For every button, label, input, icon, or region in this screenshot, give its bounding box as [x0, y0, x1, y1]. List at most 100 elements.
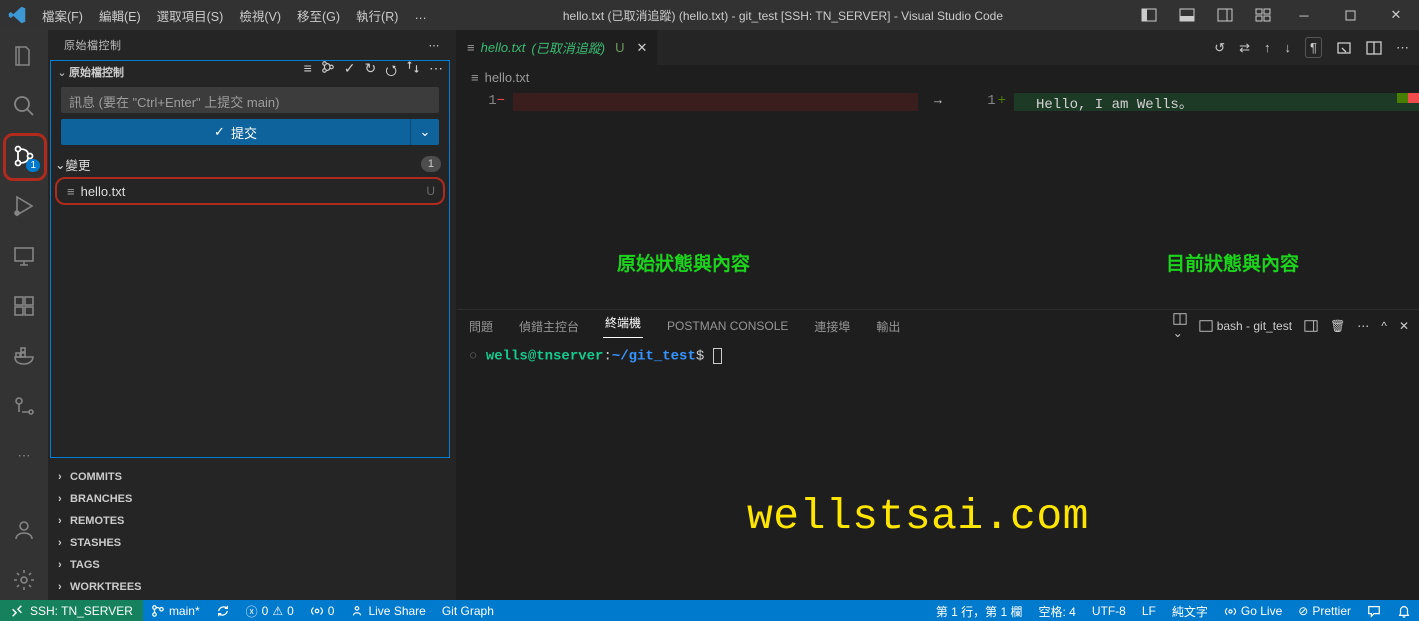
menu-file[interactable]: 檔案(F): [34, 0, 91, 30]
open-file-icon[interactable]: [1336, 40, 1352, 56]
terminal[interactable]: ○ wells@tnserver:~/git_test$ wellstsai.c…: [457, 342, 1419, 598]
layout-controls: [1131, 0, 1281, 30]
scm-header-tools: ≡ ✓ ↻ ⭯ ⋯: [304, 60, 443, 84]
group-remotes[interactable]: ›REMOTES: [48, 510, 456, 532]
panel-tab-debug[interactable]: 偵錯主控台: [517, 318, 581, 335]
commit-graph-icon[interactable]: [321, 60, 335, 84]
new-terminal-icon[interactable]: [1304, 319, 1318, 333]
group-worktrees[interactable]: ›WORKTREES: [48, 576, 456, 598]
status-sync[interactable]: [208, 600, 238, 621]
group-tags[interactable]: ›TAGS: [48, 554, 456, 576]
status-feedback-icon[interactable]: [1359, 600, 1389, 621]
panel-tab-problems[interactable]: 問題: [467, 318, 495, 335]
menu-run[interactable]: 執行(R): [348, 0, 406, 30]
status-branch[interactable]: main*: [143, 600, 208, 621]
close-button[interactable]: ✕: [1373, 0, 1419, 30]
toggle-primary-sidebar-icon[interactable]: [1139, 0, 1159, 30]
status-prettier[interactable]: ⊘ Prettier: [1290, 600, 1359, 621]
menu-view[interactable]: 檢視(V): [231, 0, 289, 30]
docker-icon[interactable]: [0, 336, 48, 376]
editor-toolbar: ↺ ⇄ ↑ ↓ ¶ ⋯: [1214, 30, 1419, 65]
panel-tab-postman[interactable]: POSTMAN CONSOLE: [665, 319, 790, 333]
checkmark-icon[interactable]: ✓: [344, 60, 356, 84]
status-eol[interactable]: LF: [1134, 600, 1164, 621]
panel-tab-ports[interactable]: 連接埠: [812, 318, 852, 335]
status-encoding[interactable]: UTF-8: [1084, 600, 1134, 621]
go-back-icon[interactable]: ↺: [1214, 40, 1225, 56]
menu-go[interactable]: 移至(G): [289, 0, 348, 30]
toggle-secondary-sidebar-icon[interactable]: [1215, 0, 1235, 30]
status-golive[interactable]: Go Live: [1216, 600, 1290, 621]
changed-file-row[interactable]: ≡ hello.txt U: [55, 177, 445, 205]
status-bell-icon[interactable]: [1389, 600, 1419, 621]
group-branches[interactable]: ›BRANCHES: [48, 488, 456, 510]
more-actions-icon[interactable]: ⋯: [429, 60, 443, 84]
kill-terminal-icon[interactable]: 🗑: [1330, 319, 1345, 333]
maximize-button[interactable]: [1327, 0, 1373, 30]
panel-tabs: 問題 偵錯主控台 終端機 POSTMAN CONSOLE 連接埠 輸出 ⌄ ba…: [457, 310, 1419, 342]
status-branch-label: main*: [169, 604, 200, 618]
menu-selection[interactable]: 選取項目(S): [149, 0, 232, 30]
panel-tab-output[interactable]: 輸出: [874, 318, 902, 335]
breadcrumb[interactable]: ≡ hello.txt: [457, 65, 1419, 89]
diff-modified-pane[interactable]: 1+ Hello, I am Wells。 目前狀態與內容: [958, 89, 1419, 309]
sidebar-more-icon[interactable]: ⋯: [429, 39, 441, 52]
status-ports[interactable]: 0: [302, 600, 343, 621]
close-panel-icon[interactable]: ✕: [1399, 319, 1409, 333]
pull-push-icon[interactable]: [406, 60, 420, 84]
status-spaces[interactable]: 空格: 4: [1031, 600, 1084, 621]
gitlens-icon[interactable]: [0, 386, 48, 426]
search-icon[interactable]: [0, 86, 48, 126]
accounts-icon[interactable]: [0, 510, 48, 550]
status-gitgraph[interactable]: Git Graph: [434, 600, 502, 621]
view-as-list-icon[interactable]: ≡: [304, 60, 312, 84]
diff-editor[interactable]: 1− 原始狀態與內容 → 1+ Hello, I am Wells。 目前狀態與…: [457, 89, 1419, 309]
remote-explorer-icon[interactable]: [0, 236, 48, 276]
tab-close-icon[interactable]: ✕: [636, 40, 647, 56]
swap-icon[interactable]: ⇄: [1239, 40, 1250, 56]
changes-header[interactable]: ⌄ 變更 1: [51, 153, 449, 175]
extensions-icon[interactable]: [0, 286, 48, 326]
status-liveshare[interactable]: Live Share: [342, 600, 433, 621]
diff-original-pane[interactable]: 1− 原始狀態與內容: [457, 89, 918, 309]
arrow-up-icon[interactable]: ↑: [1264, 40, 1271, 55]
minimize-button[interactable]: ─: [1281, 0, 1327, 30]
status-language[interactable]: 純文字: [1164, 600, 1216, 621]
group-commits[interactable]: ›COMMITS: [48, 466, 456, 488]
more-views-icon[interactable]: ⋯: [0, 436, 48, 476]
split-editor-icon[interactable]: [1366, 40, 1382, 56]
scm-panel: ⌄ 原始檔控制 ≡ ✓ ↻ ⭯ ⋯ 訊息 (要在 "Ctrl+Enter" 上提…: [50, 60, 450, 458]
title-bar: 檔案(F) 編輯(E) 選取項目(S) 檢視(V) 移至(G) 執行(R) … …: [0, 0, 1419, 30]
editor-more-icon[interactable]: ⋯: [1396, 40, 1409, 56]
customize-layout-icon[interactable]: [1253, 0, 1273, 30]
explorer-icon[interactable]: [0, 36, 48, 76]
commit-button[interactable]: ✓ 提交: [61, 119, 410, 145]
pilcrow-icon[interactable]: ¶: [1305, 37, 1322, 58]
commit-dropdown-button[interactable]: ⌄: [410, 119, 439, 145]
menu-edit[interactable]: 編輯(E): [91, 0, 149, 30]
minimap[interactable]: [1397, 89, 1419, 309]
settings-gear-icon[interactable]: [0, 560, 48, 600]
history-icon[interactable]: ⭯: [385, 60, 397, 84]
refresh-icon[interactable]: ↻: [364, 60, 376, 84]
commit-message-input[interactable]: 訊息 (要在 "Ctrl+Enter" 上提交 main): [61, 87, 439, 113]
toggle-panel-icon[interactable]: [1177, 0, 1197, 30]
editor-tab-hello[interactable]: ≡ hello.txt (已取消追蹤) U ✕: [457, 30, 658, 65]
group-stashes[interactable]: ›STASHES: [48, 532, 456, 554]
panel-more-icon[interactable]: ⋯: [1357, 319, 1369, 333]
menu-more[interactable]: …: [406, 0, 435, 30]
maximize-panel-icon[interactable]: ^: [1381, 319, 1387, 333]
scm-section-header[interactable]: ⌄ 原始檔控制 ≡ ✓ ↻ ⭯ ⋯: [51, 61, 449, 83]
panel-tab-terminal[interactable]: 終端機: [603, 314, 643, 338]
line-number: 1: [987, 93, 995, 109]
terminal-shell-label[interactable]: bash - git_test: [1199, 319, 1292, 333]
prompt-symbol: $: [696, 349, 704, 365]
check-icon: ✓: [214, 124, 225, 140]
status-cursor[interactable]: 第 1 行，第 1 欄: [928, 600, 1031, 621]
status-errors[interactable]: ⓧ 0 ⚠ 0: [238, 600, 302, 621]
status-remote[interactable]: SSH: TN_SERVER: [0, 600, 143, 621]
run-debug-icon[interactable]: [0, 186, 48, 226]
arrow-down-icon[interactable]: ↓: [1285, 40, 1292, 55]
source-control-icon[interactable]: 1: [0, 136, 48, 176]
split-terminal-icon[interactable]: ⌄: [1173, 312, 1187, 340]
